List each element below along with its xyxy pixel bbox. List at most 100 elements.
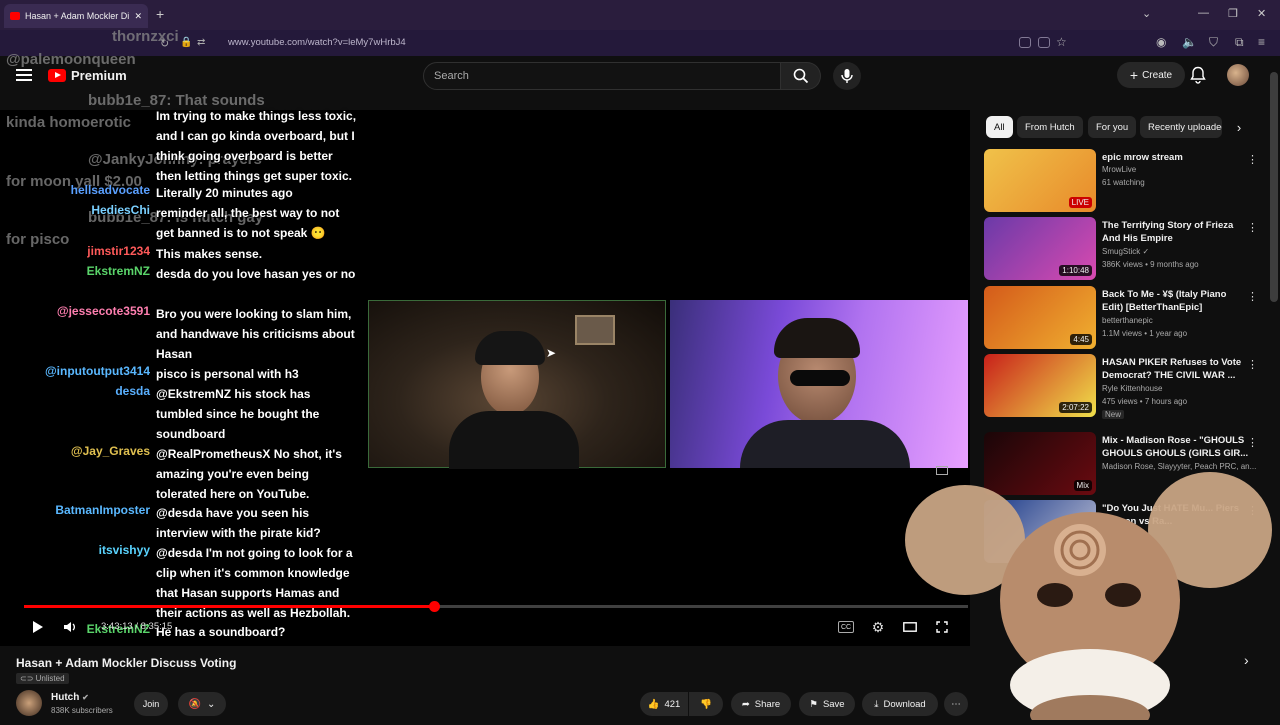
channel-name[interactable]: Hutch ✔ — [51, 692, 89, 703]
page-scrollbar[interactable] — [1270, 72, 1278, 302]
speaker-icon[interactable]: 🔈 — [1182, 35, 1197, 49]
recommendation-item[interactable]: 2:07:22 HASAN PIKER Refuses to Vote Democ… — [984, 354, 1266, 419]
play-button[interactable] — [30, 619, 46, 635]
chat-username: @inputoutput3414 — [44, 364, 150, 378]
more-vertical-icon[interactable]: ⋮ — [1247, 290, 1258, 303]
recommendation-title[interactable]: HASAN PIKER Refuses to Vote Democrat? TH… — [1102, 356, 1250, 382]
vtuber-moth-avatar — [905, 460, 1275, 725]
chat-text: Bro you were looking to slam him, and ha… — [156, 307, 355, 361]
recommendation-thumbnail[interactable]: 4:45 — [984, 286, 1096, 349]
recommendation-channel[interactable]: SmugStick ✓ — [1102, 247, 1149, 256]
verified-check-icon: ✔ — [82, 693, 89, 702]
search-button[interactable] — [781, 62, 821, 90]
volume-button[interactable] — [62, 619, 78, 635]
chat-username: @jessecote3591 — [56, 304, 150, 318]
chevron-down-icon: ⌄ — [207, 698, 216, 710]
shield-icon[interactable]: ⛉ — [1209, 35, 1218, 50]
person-right-hair — [774, 318, 860, 358]
progress-scrubber[interactable] — [428, 601, 440, 612]
recommendation-title[interactable]: Mix - Madison Rose - "GHOULS GHOULS GHOU… — [1102, 434, 1250, 460]
dislike-button[interactable]: 👎 — [689, 692, 723, 716]
chip-for-you[interactable]: For you — [1088, 116, 1137, 138]
chat-text: reminder all, the best way to not get ba… — [156, 206, 340, 240]
like-count: 421 — [664, 698, 681, 710]
recommendation-meta: 61 watching — [1102, 178, 1145, 187]
bell-icon — [1190, 66, 1206, 84]
thumbs-down-icon: 👎 — [700, 698, 712, 710]
recommendation-item[interactable]: LIVE epic mrow stream MrowLive 61 watching ⋮ — [984, 149, 1266, 213]
share-button[interactable]: ➦ Share — [731, 692, 791, 716]
reader-view-icon[interactable] — [1038, 37, 1050, 48]
thumbs-up-icon: 👍 — [647, 698, 660, 710]
chip-from-hutch[interactable]: From Hutch — [1017, 116, 1083, 138]
chat-text: Im trying to make things less toxic, and… — [156, 109, 357, 183]
browser-tab[interactable]: Hasan + Adam Mockler Discuss ✕ — [4, 4, 148, 28]
recommendation-thumbnail[interactable]: LIVE — [984, 149, 1096, 212]
save-button[interactable]: ⚑ Save — [799, 692, 855, 716]
bookmark-star-icon[interactable]: ☆ — [1056, 35, 1067, 49]
chip-all[interactable]: All — [986, 116, 1013, 138]
recommendation-channel[interactable]: MrowLive — [1102, 165, 1136, 174]
download-icon: ⤓ — [874, 698, 879, 710]
thumbnail-badge: LIVE — [1068, 197, 1092, 208]
search-input[interactable]: Search — [423, 62, 781, 90]
site-settings-icon[interactable]: ⇄ — [197, 37, 205, 48]
more-vertical-icon[interactable]: ⋮ — [1247, 436, 1258, 449]
volume-icon — [64, 622, 75, 632]
settings-gear-icon[interactable]: ⚙ — [870, 619, 886, 635]
voice-search-button[interactable] — [833, 62, 861, 90]
link-icon: ⊂⊃ — [20, 674, 34, 683]
channel-name-text: Hutch — [51, 692, 80, 703]
close-window-button[interactable]: ✕ — [1257, 7, 1266, 20]
chat-username: hellsadvocate — [70, 183, 150, 197]
new-tab-button[interactable]: + — [156, 6, 164, 22]
recommendation-meta: 475 views • 7 hours ago — [1102, 397, 1188, 406]
chips-next-chevron-icon[interactable]: › — [1228, 116, 1250, 138]
picture-in-picture-icon[interactable] — [1019, 37, 1031, 48]
recommendation-title[interactable]: epic mrow stream — [1102, 151, 1250, 164]
bookmark-icon: ⚑ — [809, 698, 818, 710]
more-vertical-icon[interactable]: ⋮ — [1247, 221, 1258, 234]
join-button[interactable]: Join — [134, 692, 168, 716]
search-icon — [793, 68, 808, 84]
chat-username: HediesChi — [91, 203, 150, 217]
recommendation-channel[interactable]: Ryle Kittenhouse — [1102, 384, 1162, 393]
carousel-next-chevron-icon[interactable]: › — [1244, 652, 1249, 668]
microphone-icon — [841, 69, 853, 83]
account-avatar[interactable] — [1227, 64, 1249, 86]
captions-icon[interactable]: CC — [838, 621, 854, 633]
recommendation-item[interactable]: 1:10:48 The Terrifying Story of Frieza An… — [984, 217, 1266, 281]
subscriber-count: 838K subscribers — [51, 706, 113, 715]
recommendation-channel[interactable]: betterthanepic — [1102, 316, 1153, 325]
tab-search-chevron-icon[interactable]: ⌄ — [1142, 7, 1151, 20]
channel-avatar[interactable] — [16, 690, 42, 716]
lock-icon[interactable]: 🔒 — [180, 37, 192, 48]
recommendation-item[interactable]: 4:45 Back To Me - ¥$ (Italy Piano Edit) [… — [984, 286, 1266, 350]
thumbnail-badge: 2:07:22 — [1059, 402, 1092, 413]
recommendation-thumbnail[interactable]: 2:07:22 — [984, 354, 1096, 417]
notifications-button[interactable] — [1190, 66, 1206, 89]
new-badge: New — [1102, 410, 1125, 419]
recommendation-title[interactable]: The Terrifying Story of Frieza And His E… — [1102, 219, 1250, 245]
more-vertical-icon[interactable]: ⋮ — [1247, 153, 1258, 166]
play-icon — [33, 621, 43, 633]
time-display: 3:43:13 / 8:35:15 — [101, 621, 173, 632]
close-tab-icon[interactable]: ✕ — [134, 11, 142, 22]
recommendation-title[interactable]: Back To Me - ¥$ (Italy Piano Edit) [Bett… — [1102, 288, 1250, 314]
more-vertical-icon[interactable]: ⋮ — [1247, 358, 1258, 371]
chat-text: @EkstremNZ his stock has tumbled since h… — [156, 387, 320, 441]
subscription-bell-button[interactable]: 🔕 ⌄ — [178, 692, 226, 716]
restore-button[interactable]: ❐ — [1228, 7, 1238, 20]
extensions-icon[interactable]: ⧉ — [1235, 35, 1244, 50]
hamburger-menu-icon[interactable] — [16, 69, 32, 81]
menu-icon[interactable]: ≡ — [1258, 35, 1265, 49]
chat-text: This makes sense. — [156, 247, 263, 261]
youtube-logo[interactable]: Premium — [48, 68, 127, 83]
like-button[interactable]: 👍 421 — [640, 692, 688, 716]
profile-icon[interactable]: ◉ — [1156, 35, 1166, 49]
minimize-button[interactable]: — — [1198, 7, 1209, 19]
recommendation-thumbnail[interactable]: 1:10:48 — [984, 217, 1096, 280]
url-field[interactable]: www.youtube.com/watch?v=leMy7wHrbJ4 — [228, 37, 406, 48]
chip-recently-uploaded[interactable]: Recently uploaded — [1140, 116, 1222, 138]
create-button[interactable]: + Create — [1117, 62, 1185, 88]
